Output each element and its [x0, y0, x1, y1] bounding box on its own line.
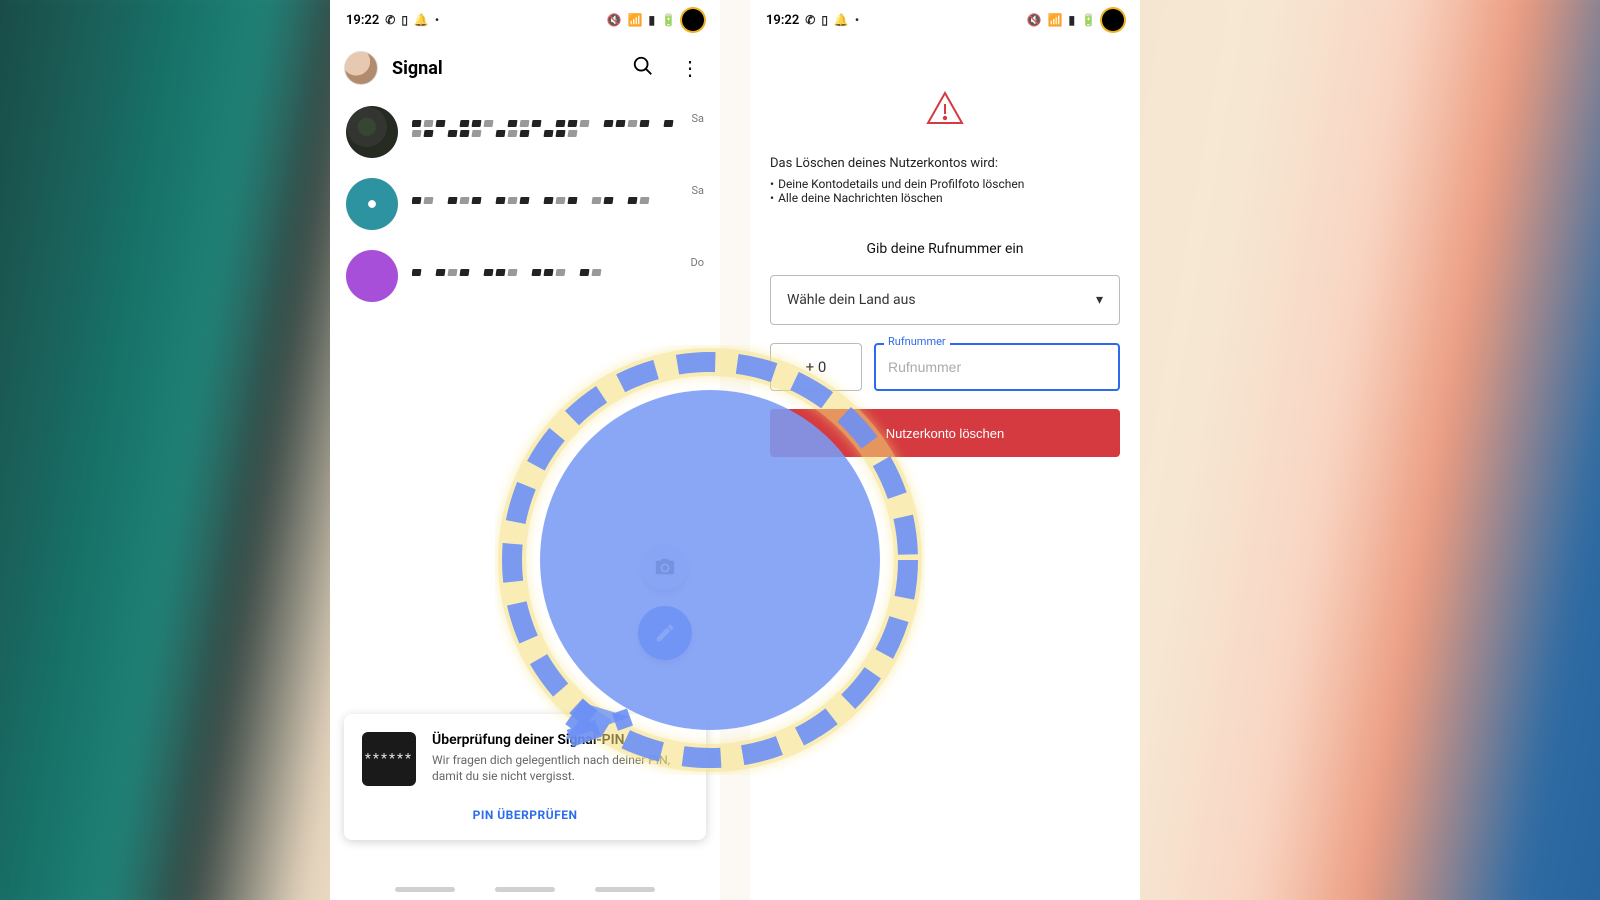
chat-row[interactable]: Sa [330, 96, 720, 168]
phone-pair: 19:22 ✆ ▯ 🔔 • 🔇 📶 ▮ 🔋 Signal [330, 0, 1140, 900]
pin-card-title: Überprüfung deiner Signal-PIN [432, 732, 688, 748]
chat-avatar [346, 106, 398, 158]
phone-right: 19:22 ✆ ▯ 🔔 • 🔇 📶 ▮ 🔋 [750, 0, 1140, 900]
pin-verify-card: ****** Überprüfung deiner Signal-PIN Wir… [344, 714, 706, 840]
delete-bullet: Deine Kontodetails und dein Profilfoto l… [770, 177, 1120, 191]
vibrate-icon: ▯ [821, 13, 828, 27]
chat-time: Sa [691, 178, 704, 197]
bell-icon: 🔔 [834, 13, 849, 27]
pin-masked-icon: ****** [362, 732, 416, 786]
overflow-menu-icon[interactable]: ⋮ [674, 50, 706, 86]
battery-icon: 🔋 [1081, 13, 1096, 27]
chevron-down-icon: ▾ [1096, 292, 1103, 308]
phone-gap [720, 0, 750, 900]
chat-row[interactable]: Do [330, 240, 720, 312]
android-nav-hint [330, 887, 720, 892]
battery-icon: 🔋 [661, 13, 676, 27]
country-select-label: Wähle dein Land aus [787, 292, 916, 308]
wifi-icon: 📶 [627, 13, 642, 27]
chat-avatar [346, 178, 398, 230]
app-header: Signal ⋮ [330, 40, 720, 96]
profile-dot-icon [682, 9, 704, 31]
avatar[interactable] [344, 51, 378, 85]
chat-preview-redacted [412, 110, 677, 146]
delete-account-button[interactable]: Nutzerkonto löschen [770, 409, 1120, 457]
enter-number-label: Gib deine Rufnummer ein [750, 241, 1140, 257]
app-title: Signal [392, 58, 612, 79]
vibrate-icon: ▯ [401, 13, 408, 27]
chat-time: Sa [691, 106, 704, 125]
chat-time: Do [691, 250, 705, 269]
phone-number-input[interactable] [874, 343, 1120, 391]
status-bar: 19:22 ✆ ▯ 🔔 • 🔇 📶 ▮ 🔋 [750, 0, 1140, 40]
compose-fab[interactable] [638, 606, 692, 660]
chat-row[interactable]: Sa [330, 168, 720, 240]
delete-intro-text: Das Löschen deines Nutzerkontos wird: [750, 130, 1140, 177]
phone-left: 19:22 ✆ ▯ 🔔 • 🔇 📶 ▮ 🔋 Signal [330, 0, 720, 900]
mute-icon: 🔇 [1027, 13, 1042, 27]
signal-icon: ▮ [648, 13, 655, 27]
status-time: 19:22 [346, 13, 379, 28]
camera-fab[interactable] [642, 544, 688, 590]
search-icon[interactable] [626, 49, 660, 88]
mute-icon: 🔇 [607, 13, 622, 27]
chat-preview-redacted [412, 182, 677, 218]
country-code-field[interactable]: + 0 [770, 343, 862, 391]
status-bar: 19:22 ✆ ▯ 🔔 • 🔇 📶 ▮ 🔋 [330, 0, 720, 40]
more-dot-icon: • [435, 13, 439, 27]
chat-preview-redacted [412, 254, 677, 290]
phone-field-label: Rufnummer [884, 335, 950, 348]
call-icon: ✆ [805, 13, 815, 27]
wifi-icon: 📶 [1047, 13, 1062, 27]
signal-icon: ▮ [1068, 13, 1075, 27]
pin-card-subtitle: Wir fragen dich gelegentlich nach deiner… [432, 752, 688, 784]
chat-avatar [346, 250, 398, 302]
country-select[interactable]: Wähle dein Land aus ▾ [770, 275, 1120, 325]
more-dot-icon: • [855, 13, 859, 27]
pin-verify-button[interactable]: PIN ÜBERPRÜFEN [362, 808, 688, 822]
delete-bullets: Deine Kontodetails und dein Profilfoto l… [750, 177, 1140, 225]
delete-bullet: Alle deine Nachrichten löschen [770, 191, 1120, 205]
warning-triangle-icon [925, 90, 965, 130]
status-time: 19:22 [766, 13, 799, 28]
profile-dot-icon [1102, 9, 1124, 31]
bell-icon: 🔔 [414, 13, 429, 27]
call-icon: ✆ [385, 13, 395, 27]
